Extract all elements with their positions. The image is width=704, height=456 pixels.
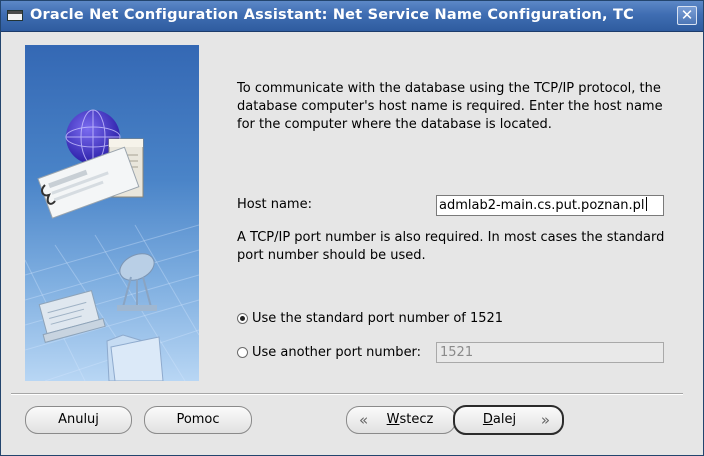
standard-port-label[interactable]: Use the standard port number of 1521	[252, 310, 503, 328]
another-port-label[interactable]: Use another port number:	[252, 344, 421, 362]
separator	[11, 393, 683, 395]
standard-port-radio[interactable]	[237, 313, 248, 324]
cancel-label: Anuluj	[58, 412, 99, 427]
help-button[interactable]: Pomoc	[144, 406, 252, 434]
back-button[interactable]: « Wstecz	[346, 406, 456, 434]
illustration-graphic	[25, 109, 199, 381]
title-bar[interactable]: Oracle Net Configuration Assistant: Net …	[1, 1, 703, 32]
window-title: Oracle Net Configuration Assistant: Net …	[30, 7, 634, 23]
back-label: Wstecz	[386, 412, 434, 427]
intro-text: To communicate with the database using t…	[237, 81, 663, 132]
help-label: Pomoc	[176, 412, 220, 427]
next-label: Dalej	[482, 412, 517, 427]
window-menu-icon[interactable]	[7, 10, 23, 21]
chevron-right-icon: »	[540, 411, 550, 429]
port-note-text: A TCP/IP port number is also required. I…	[237, 230, 665, 263]
port-number-input: 1521	[436, 342, 664, 363]
close-button[interactable]: ✕	[677, 6, 697, 25]
host-name-input[interactable]: admlab2-main.cs.put.poznan.pl	[436, 195, 664, 216]
dialog-window: Oracle Net Configuration Assistant: Net …	[0, 0, 704, 456]
cancel-button[interactable]: Anuluj	[25, 406, 132, 434]
host-name-label: Host name:	[237, 197, 312, 212]
another-port-radio[interactable]	[237, 347, 248, 358]
network-illustration	[25, 45, 199, 381]
next-button[interactable]: Dalej »	[453, 405, 564, 435]
